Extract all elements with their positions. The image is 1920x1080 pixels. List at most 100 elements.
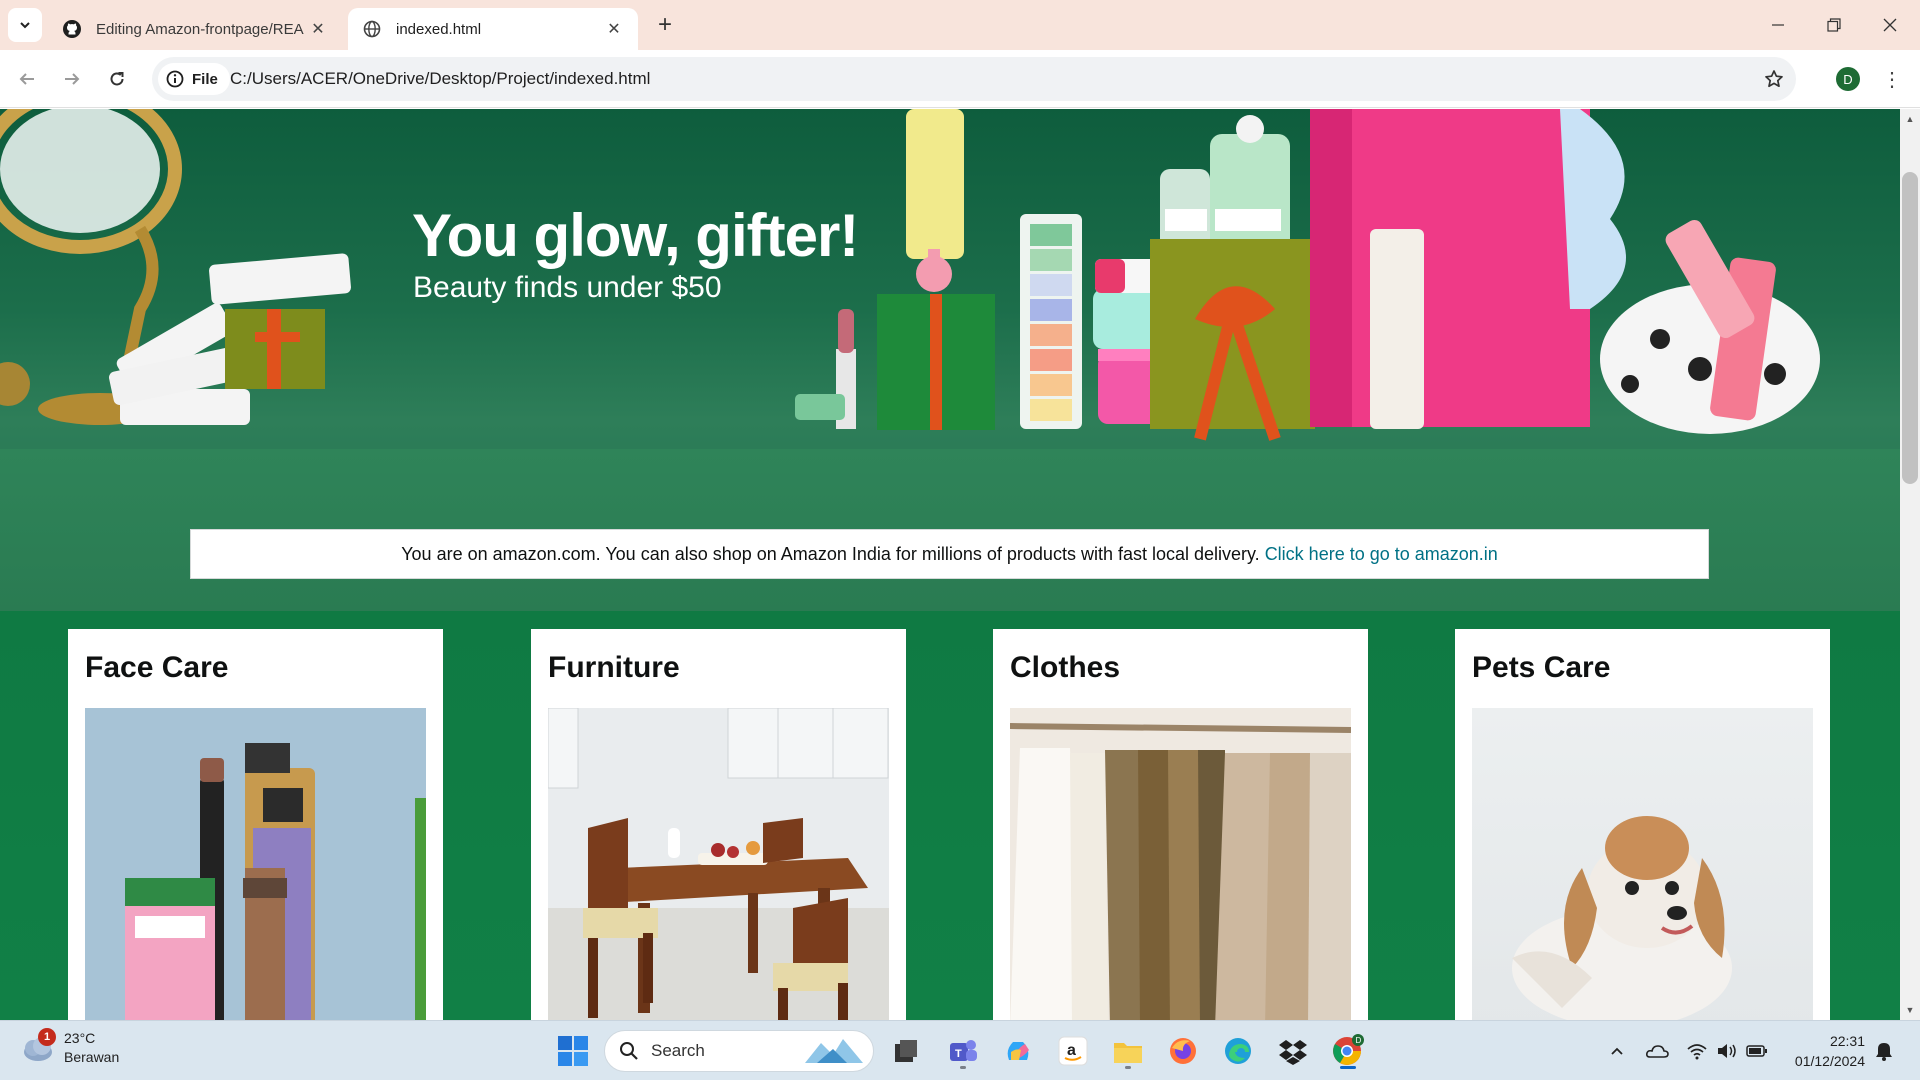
clothes-illustration (1010, 723, 1351, 1020)
address-bar[interactable]: File C:/Users/ACER/OneDrive/Desktop/Proj… (152, 57, 1796, 101)
reload-button[interactable] (100, 62, 134, 96)
weather-badge: 1 (38, 1028, 56, 1046)
scrollbar-thumb[interactable] (1902, 172, 1918, 484)
notifications-icon[interactable] (1870, 1037, 1898, 1065)
arrow-left-icon (19, 73, 34, 85)
card-title: Face Care (85, 651, 229, 684)
svg-text:a: a (1067, 1042, 1076, 1059)
profile-avatar[interactable]: D (1836, 67, 1860, 91)
wifi-icon[interactable] (1683, 1037, 1711, 1065)
dropbox-app[interactable] (1273, 1031, 1313, 1071)
tray-overflow-icon[interactable] (1603, 1037, 1631, 1065)
running-indicator (960, 1066, 966, 1069)
system-clock[interactable]: 22:31 01/12/2024 (1775, 1031, 1865, 1071)
category-card-pets-care[interactable]: Pets Care (1455, 629, 1830, 1020)
running-indicator (1125, 1066, 1131, 1069)
github-icon (62, 19, 82, 39)
new-tab-button[interactable]: + (650, 10, 680, 40)
copilot-icon (1007, 1042, 1029, 1060)
forward-button[interactable] (55, 62, 89, 96)
chrome-icon: D (1333, 1034, 1364, 1065)
weather-temp: 23°C (64, 1030, 96, 1046)
edge-icon (1225, 1038, 1251, 1064)
cloud-icon: 1 (20, 1028, 56, 1064)
hero-products-illustration (0, 109, 1820, 441)
furniture-image[interactable] (548, 708, 889, 1020)
site-info-chip[interactable]: File (158, 63, 230, 95)
close-icon[interactable]: ✕ (604, 19, 624, 39)
more-menu-icon[interactable]: ⋮ (1880, 64, 1904, 94)
back-button[interactable] (10, 62, 44, 96)
amazon-icon: a (1058, 1036, 1088, 1066)
scroll-down-icon[interactable]: ▼ (1903, 1003, 1917, 1017)
search-highlight-icon (805, 1039, 863, 1063)
bookmark-star-icon[interactable] (1762, 67, 1786, 91)
start-button[interactable] (557, 1035, 589, 1067)
copilot-app[interactable] (998, 1031, 1038, 1071)
face-care-image[interactable] (85, 708, 426, 1020)
restore-icon (1827, 18, 1841, 32)
clothes-image[interactable] (1010, 708, 1351, 1020)
tab-strip: Editing Amazon-frontpage/REA ✕ indexed.h… (0, 0, 1920, 50)
restore-button[interactable] (1806, 0, 1862, 50)
hero-title: You glow, gifter! (412, 202, 859, 269)
weather-widget[interactable]: 1 23°C Berawan (20, 1028, 119, 1067)
reload-icon (110, 72, 124, 86)
furniture-illustration (548, 708, 889, 1020)
windows-logo-icon (558, 1036, 588, 1066)
category-card-face-care[interactable]: Face Care (68, 629, 443, 1020)
region-notice: You are on amazon.com. You can also shop… (190, 529, 1709, 579)
face-care-illustration (125, 743, 426, 1020)
minimize-icon (1772, 24, 1784, 26)
clock-date: 01/12/2024 (1794, 1053, 1865, 1069)
battery-icon[interactable] (1743, 1037, 1771, 1065)
amazon-india-link[interactable]: Click here to go to amazon.in (1265, 544, 1498, 565)
task-view-button[interactable] (886, 1031, 926, 1071)
minimize-button[interactable] (1750, 0, 1806, 50)
svg-text:T: T (955, 1048, 962, 1060)
chrome-profile-initial: D (1356, 1036, 1362, 1045)
tab-indexed[interactable]: indexed.html ✕ (348, 8, 638, 50)
edge-app[interactable] (1218, 1031, 1258, 1071)
firefox-icon (1170, 1038, 1196, 1064)
chevron-down-icon (20, 22, 30, 29)
teams-icon: T (950, 1040, 977, 1061)
tab-github[interactable]: Editing Amazon-frontpage/REA ✕ (48, 8, 342, 50)
scroll-up-icon[interactable]: ▲ (1903, 112, 1917, 126)
card-title: Pets Care (1472, 651, 1611, 684)
hero-subtitle: Beauty finds under $50 (413, 271, 722, 304)
search-icon (620, 1042, 638, 1060)
clock-time: 22:31 (1829, 1033, 1865, 1049)
onedrive-icon[interactable] (1643, 1037, 1671, 1065)
globe-icon (362, 19, 382, 39)
tab-search-button[interactable] (8, 8, 42, 42)
tab-title: indexed.html (396, 20, 482, 38)
task-view-icon (895, 1040, 917, 1062)
url-text[interactable]: C:/Users/ACER/OneDrive/Desktop/Project/i… (230, 69, 650, 89)
amazon-app[interactable]: a (1053, 1031, 1093, 1071)
close-icon[interactable]: ✕ (308, 19, 328, 39)
volume-icon[interactable] (1713, 1037, 1741, 1065)
pets-care-image[interactable] (1472, 708, 1813, 1020)
arrow-right-icon (65, 73, 80, 85)
folder-icon (1114, 1043, 1142, 1063)
notice-text: You are on amazon.com. You can also shop… (401, 543, 1260, 564)
teams-app[interactable]: T (943, 1031, 983, 1071)
taskbar-search[interactable]: Search (604, 1030, 874, 1072)
tab-title: Editing Amazon-frontpage/REA (96, 20, 304, 38)
close-window-button[interactable] (1862, 0, 1918, 50)
category-card-clothes[interactable]: Clothes (993, 629, 1368, 1020)
chrome-app[interactable]: D (1328, 1031, 1368, 1071)
page-viewport: You glow, gifter! Beauty finds under $50… (0, 109, 1900, 1020)
site-chip-label: File (192, 70, 218, 88)
close-icon (1883, 18, 1897, 32)
windows-taskbar: 1 23°C Berawan Search T a D 22:31 01/12/… (0, 1020, 1920, 1080)
hero-banner[interactable]: You glow, gifter! Beauty finds under $50… (0, 109, 1900, 611)
screen: Editing Amazon-frontpage/REA ✕ indexed.h… (0, 0, 1920, 1080)
category-card-furniture[interactable]: Furniture (531, 629, 906, 1020)
pets-care-illustration (1512, 816, 1732, 1020)
firefox-app[interactable] (1163, 1031, 1203, 1071)
card-title: Clothes (1010, 651, 1121, 684)
dropbox-icon (1279, 1040, 1307, 1065)
file-explorer-app[interactable] (1108, 1031, 1148, 1071)
